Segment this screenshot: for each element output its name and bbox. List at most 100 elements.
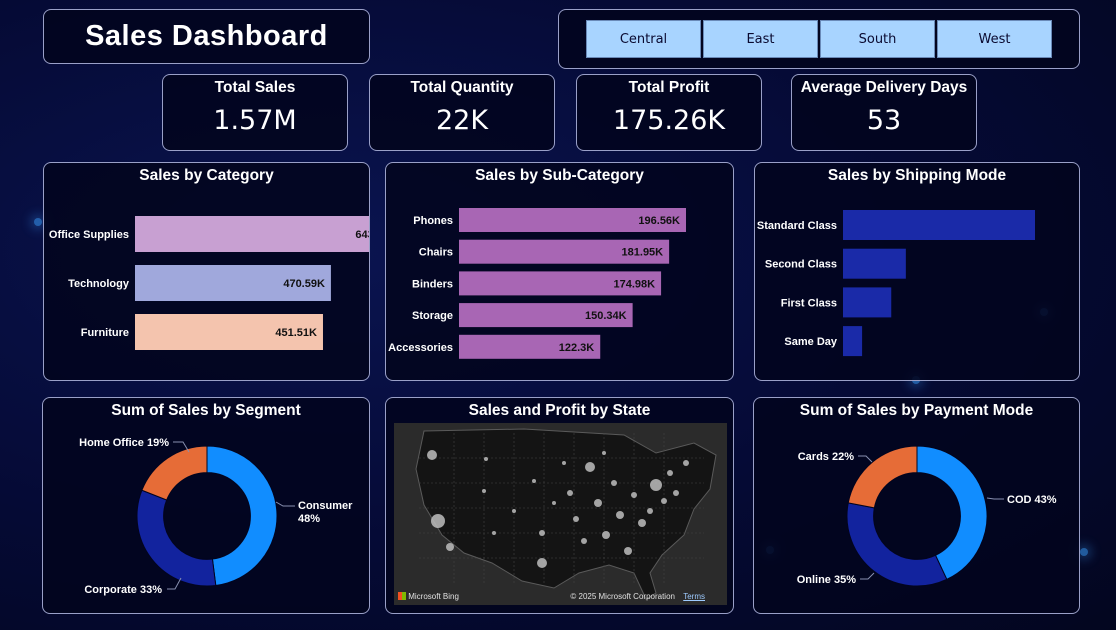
sales-by-subcategory-svg: Phones 196.56K Chairs 181.95K Binders 174.98K… <box>388 208 686 359</box>
state-bubble[interactable] <box>667 470 673 476</box>
region-button-central[interactable]: Central <box>586 20 701 58</box>
slice-label: Online 35% <box>797 574 857 586</box>
state-bubble[interactable] <box>431 514 445 528</box>
bar[interactable] <box>843 326 863 357</box>
state-bubble[interactable] <box>482 489 486 493</box>
bar[interactable] <box>843 248 906 279</box>
data-label: 643.71K <box>355 229 369 241</box>
sales-by-payment-mode-chart[interactable]: Sum of Sales by Payment Mode COD 43% Onli… <box>753 397 1080 614</box>
us-state-map-svg <box>415 428 717 600</box>
region-slicer: Central East South West <box>558 9 1080 69</box>
kpi-label: Total Sales <box>214 79 296 96</box>
state-bubble[interactable] <box>602 451 606 455</box>
state-bubble[interactable] <box>539 530 545 536</box>
bar[interactable] <box>843 287 892 318</box>
leader-line <box>986 497 1004 500</box>
state-bubble[interactable] <box>683 460 689 466</box>
data-label: 470.59K <box>283 278 325 290</box>
sales-by-subcategory-chart[interactable]: Sales by Sub-Category Phones 196.56K Chair… <box>385 162 734 381</box>
sales-by-shipping-mode-svg: Standard Class Second Class First Class Sam… <box>757 210 1035 357</box>
sales-by-shipping-mode-chart[interactable]: Sales by Shipping Mode Standard Class Sec… <box>754 162 1080 381</box>
dashboard-title-panel: Sales Dashboard <box>43 9 370 64</box>
map-provider-logo: Microsoft Bing <box>398 592 459 601</box>
background-glow <box>1080 548 1088 556</box>
state-bubble[interactable] <box>611 480 617 486</box>
bar[interactable] <box>135 216 369 252</box>
state-bubble[interactable] <box>594 499 602 507</box>
slice-label: Cards 22% <box>798 451 854 463</box>
region-button-west[interactable]: West <box>937 20 1052 58</box>
donut-slice[interactable] <box>206 445 278 587</box>
kpi-label: Total Profit <box>628 79 710 96</box>
slice-label: Corporate 33% <box>84 584 162 596</box>
data-label: 122.3K <box>559 342 595 354</box>
category-label: Technology <box>68 278 130 290</box>
data-label: 181.95K <box>622 247 664 259</box>
leader-line <box>860 572 875 580</box>
state-bubble[interactable] <box>624 547 632 555</box>
region-button-east[interactable]: East <box>703 20 818 58</box>
state-bubble[interactable] <box>573 516 579 522</box>
kpi-value: 22K <box>435 105 489 136</box>
donut-slice[interactable] <box>846 502 948 587</box>
slice-label: COD 43% <box>1007 494 1057 506</box>
microsoft-logo-icon <box>398 592 406 600</box>
state-bubble[interactable] <box>532 479 536 483</box>
donut-slice[interactable] <box>136 489 217 587</box>
data-label: 451.51K <box>275 327 317 339</box>
sales-by-category-chart[interactable]: Sales by Category Office Supplies643.71K… <box>43 162 370 381</box>
category-label: Binders <box>412 278 453 290</box>
slice-label: 48% <box>298 513 320 525</box>
kpi-label: Total Quantity <box>410 79 514 96</box>
bar[interactable] <box>843 210 1035 240</box>
state-bubble[interactable] <box>616 511 624 519</box>
state-bubble[interactable] <box>585 462 595 472</box>
state-bubble[interactable] <box>581 538 587 544</box>
state-bubble[interactable] <box>567 490 573 496</box>
state-bubble[interactable] <box>661 498 667 504</box>
state-bubble[interactable] <box>446 543 454 551</box>
state-bubble[interactable] <box>484 457 488 461</box>
category-label: Phones <box>413 215 453 227</box>
state-bubble[interactable] <box>638 519 646 527</box>
state-bubble[interactable] <box>650 479 662 491</box>
category-label: Storage <box>412 310 453 322</box>
region-button-south[interactable]: South <box>820 20 935 58</box>
donut-slice[interactable] <box>847 445 918 509</box>
chart-title: Sales and Profit by State <box>468 402 651 419</box>
state-bubble[interactable] <box>552 501 556 505</box>
kpi-value: 1.57M <box>213 105 297 136</box>
kpi-value: 175.26K <box>612 105 726 136</box>
kpi-value: 53 <box>866 105 902 136</box>
state-bubble[interactable] <box>537 558 547 568</box>
map-copyright-text: © 2025 Microsoft Corporation <box>570 592 675 601</box>
kpi-card-total-sales: Total Sales 1.57M <box>162 74 348 151</box>
slice-label: Consumer <box>298 500 353 512</box>
state-bubble[interactable] <box>492 531 496 535</box>
map-provider: Microsoft Bing <box>408 592 459 601</box>
donut-slice[interactable] <box>141 445 208 501</box>
state-bubble[interactable] <box>631 492 637 498</box>
category-label: Office Supplies <box>49 229 129 241</box>
state-bubble[interactable] <box>562 461 566 465</box>
slice-label: Home Office 19% <box>79 437 169 449</box>
category-label: Same Day <box>784 336 837 348</box>
kpi-card-total-quantity: Total Quantity 22K <box>369 74 555 151</box>
data-label: 196.56K <box>638 215 680 227</box>
state-bubble[interactable] <box>512 509 516 513</box>
map-terms-link[interactable]: Terms <box>683 592 705 601</box>
state-bubble[interactable] <box>673 490 679 496</box>
sales-by-segment-chart[interactable]: Sum of Sales by Segment Consumer 48% Corpo… <box>42 397 370 614</box>
sales-by-segment-svg: Consumer48% Corporate 33% Home Office 19% <box>79 437 353 596</box>
state-bubble[interactable] <box>602 531 610 539</box>
map-copyright: © 2025 Microsoft Corporation Terms <box>570 592 705 601</box>
sales-by-category-svg: Office Supplies 643.71K Technology 470.59K F… <box>49 216 369 350</box>
category-label: Chairs <box>419 247 453 259</box>
sales-profit-map-panel[interactable]: Sales and Profit by State Microsoft Bing… <box>385 397 734 614</box>
state-bubble[interactable] <box>427 450 437 460</box>
leader-line <box>858 455 873 463</box>
category-label: First Class <box>781 297 837 309</box>
state-bubble[interactable] <box>647 508 653 514</box>
kpi-card-total-profit: Total Profit 175.26K <box>576 74 762 151</box>
us-state-map[interactable]: Microsoft Bing © 2025 Microsoft Corporat… <box>394 423 727 605</box>
